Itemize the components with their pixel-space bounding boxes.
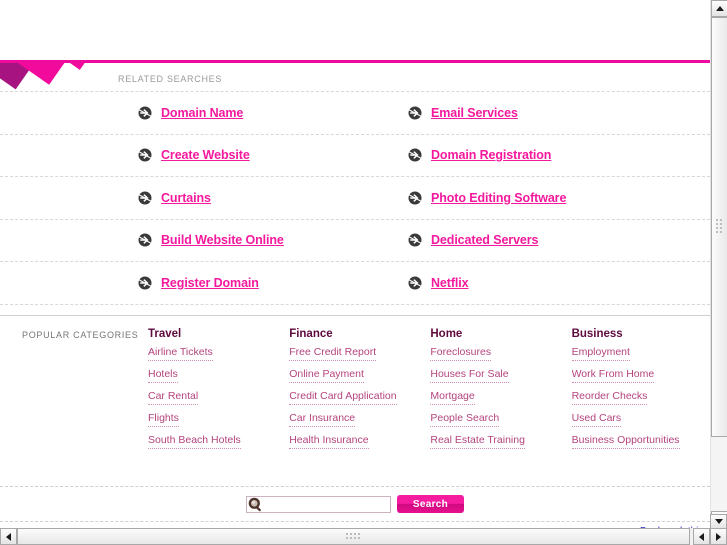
- horizontal-scrollbar[interactable]: [0, 528, 727, 545]
- header-blank-area: [0, 0, 710, 60]
- related-cell: Build Website Online: [0, 233, 408, 247]
- category-link[interactable]: Business Opportunities: [571, 434, 680, 449]
- category-title: Business: [571, 328, 623, 340]
- search-button[interactable]: Search: [397, 495, 464, 513]
- related-searches-section: RELATED SEARCHES Domain Name Email Servi…: [0, 63, 710, 315]
- chevron-down-icon: [714, 519, 723, 524]
- category-link[interactable]: Houses For Sale: [430, 368, 509, 383]
- related-link[interactable]: Create Website: [161, 148, 250, 162]
- related-link[interactable]: Register Domain: [161, 276, 259, 290]
- scroll-left-button-secondary[interactable]: [693, 528, 710, 545]
- circle-arrow-right-icon: [408, 276, 422, 290]
- related-link[interactable]: Photo Editing Software: [431, 191, 566, 205]
- category-column-business: Business Employment Work From Home Reord…: [571, 328, 710, 456]
- category-link[interactable]: People Search: [430, 412, 500, 427]
- related-link[interactable]: Domain Name: [161, 106, 243, 120]
- related-cell: Dedicated Servers: [408, 233, 678, 247]
- search-form: Search: [246, 495, 464, 513]
- category-link[interactable]: Car Rental: [148, 390, 199, 405]
- popular-categories-label: POPULAR CATEGORIES: [22, 330, 139, 340]
- category-link[interactable]: Free Credit Report: [289, 346, 377, 361]
- category-column-home: Home Foreclosures Houses For Sale Mortga…: [430, 328, 571, 456]
- related-list-bottom-rule: [0, 303, 710, 305]
- related-row: Curtains Photo Editing Software: [0, 176, 710, 219]
- corner-dropdown-button[interactable]: [710, 514, 727, 529]
- stripe-dark: [0, 63, 118, 90]
- category-link[interactable]: Credit Card Application: [289, 390, 397, 405]
- category-link[interactable]: Foreclosures: [430, 346, 492, 361]
- circle-arrow-right-icon: [408, 191, 422, 205]
- related-row: Build Website Online Dedicated Servers: [0, 218, 710, 262]
- category-link[interactable]: Reorder Checks: [571, 390, 648, 405]
- search-bar-area: Search: [0, 486, 710, 522]
- circle-arrow-right-icon: [138, 106, 152, 120]
- related-link[interactable]: Email Services: [431, 106, 518, 120]
- related-cell: Curtains: [0, 191, 408, 205]
- popular-categories-section: POPULAR CATEGORIES Travel Airline Ticket…: [0, 316, 710, 461]
- related-cell: Netflix: [408, 276, 678, 290]
- related-cell: Domain Name: [0, 106, 408, 120]
- category-link[interactable]: Health Insurance: [289, 434, 369, 449]
- chevron-right-icon: [716, 532, 721, 541]
- related-row: Register Domain Netflix: [0, 261, 710, 304]
- search-input-container[interactable]: [246, 495, 391, 513]
- category-link[interactable]: South Beach Hotels: [148, 434, 241, 449]
- related-cell: Domain Registration: [408, 148, 678, 162]
- related-cell: Register Domain: [0, 276, 408, 290]
- scroll-left-button[interactable]: [0, 528, 17, 545]
- related-searches-label: RELATED SEARCHES: [118, 74, 223, 84]
- category-link[interactable]: Online Payment: [289, 368, 364, 383]
- related-cell: Create Website: [0, 148, 408, 162]
- circle-arrow-right-icon: [138, 191, 152, 205]
- related-link[interactable]: Dedicated Servers: [431, 233, 538, 247]
- circle-arrow-right-icon: [138, 233, 152, 247]
- chevron-left-icon: [699, 532, 704, 541]
- category-link[interactable]: Airline Tickets: [148, 346, 213, 361]
- related-link[interactable]: Domain Registration: [431, 148, 551, 162]
- category-link[interactable]: Employment: [571, 346, 630, 361]
- scroll-grip-icon: [345, 533, 360, 539]
- stripe-bright-thin: [70, 63, 118, 70]
- category-title: Travel: [148, 328, 182, 340]
- stripe-bright: [18, 63, 118, 85]
- circle-arrow-right-icon: [408, 148, 422, 162]
- chevron-left-icon: [6, 532, 11, 541]
- vertical-scrollbar[interactable]: [710, 0, 727, 528]
- related-row: Domain Name Email Services: [0, 91, 710, 134]
- category-link[interactable]: Used Cars: [571, 412, 622, 427]
- magnifier-icon: [248, 497, 264, 512]
- category-title: Finance: [289, 328, 333, 340]
- circle-arrow-right-icon: [138, 276, 152, 290]
- circle-arrow-right-icon: [138, 148, 152, 162]
- scroll-right-button[interactable]: [710, 528, 727, 545]
- category-title: Home: [430, 328, 463, 340]
- category-link[interactable]: Hotels: [148, 368, 178, 383]
- related-link[interactable]: Curtains: [161, 191, 211, 205]
- related-cell: Photo Editing Software: [408, 191, 678, 205]
- search-input[interactable]: [264, 497, 386, 511]
- popular-categories-columns: Travel Airline Tickets Hotels Car Rental…: [148, 328, 710, 456]
- related-row: Create Website Domain Registration: [0, 133, 710, 177]
- page-viewport: RELATED SEARCHES Domain Name Email Servi…: [0, 0, 710, 528]
- category-column-travel: Travel Airline Tickets Hotels Car Rental…: [148, 328, 289, 456]
- category-link[interactable]: Work From Home: [571, 368, 655, 383]
- category-column-finance: Finance Free Credit Report Online Paymen…: [289, 328, 430, 456]
- scroll-up-button[interactable]: [711, 0, 727, 17]
- vertical-scroll-thumb[interactable]: [711, 17, 727, 437]
- category-link[interactable]: Mortgage: [430, 390, 475, 405]
- horizontal-scroll-thumb[interactable]: [17, 528, 690, 545]
- scroll-grip-icon: [716, 219, 722, 233]
- circle-arrow-right-icon: [408, 233, 422, 247]
- chevron-up-icon: [715, 6, 724, 11]
- category-link[interactable]: Car Insurance: [289, 412, 356, 427]
- category-link[interactable]: Real Estate Training: [430, 434, 525, 449]
- related-cell: Email Services: [408, 106, 678, 120]
- related-searches-list: Domain Name Email Services Create Websit…: [0, 91, 710, 305]
- category-link[interactable]: Flights: [148, 412, 179, 427]
- related-link[interactable]: Netflix: [431, 276, 469, 290]
- circle-arrow-right-icon: [408, 106, 422, 120]
- vertical-scroll-track[interactable]: [711, 17, 727, 511]
- related-link[interactable]: Build Website Online: [161, 233, 284, 247]
